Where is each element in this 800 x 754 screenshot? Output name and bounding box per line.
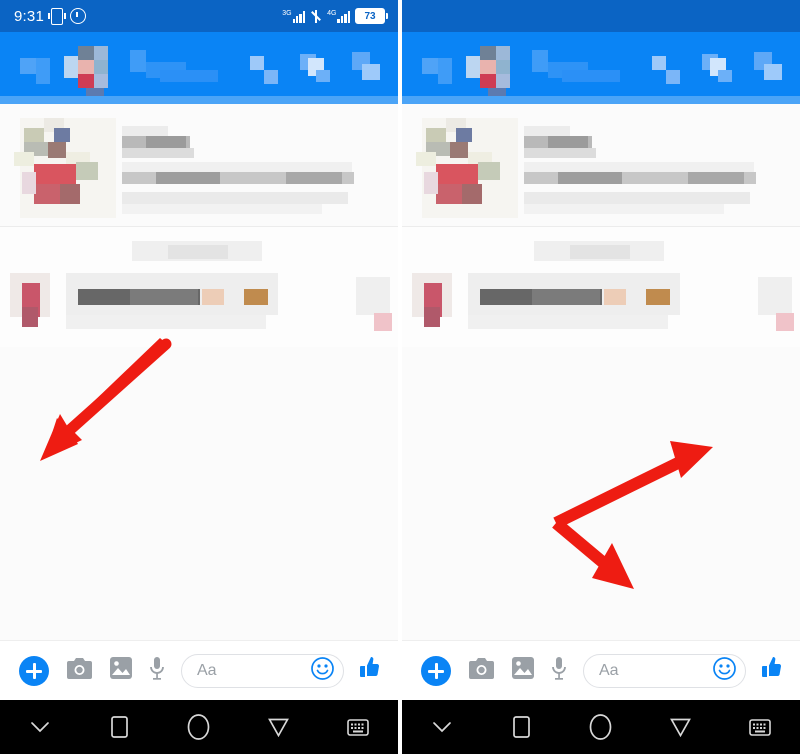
camera-icon[interactable] — [469, 657, 494, 684]
plus-icon[interactable] — [421, 655, 451, 686]
message-input-field[interactable]: Aa — [181, 653, 344, 688]
gallery-icon[interactable] — [110, 657, 132, 684]
chat-message-area — [402, 227, 800, 347]
message-input-field[interactable]: Aa — [583, 653, 746, 688]
home-circle-icon[interactable] — [159, 714, 239, 740]
messenger-app-bar-right[interactable] — [402, 32, 800, 104]
no-sim-icon — [310, 10, 322, 23]
microphone-icon[interactable] — [150, 656, 164, 685]
status-bar-left: 9:31 3G 4G 73 — [0, 0, 398, 32]
camera-icon[interactable] — [67, 657, 92, 684]
blurred-app-bar-content — [422, 46, 782, 100]
chevron-down-icon[interactable] — [0, 721, 80, 733]
app-bar-underline — [0, 96, 398, 104]
battery-level: 73 — [355, 8, 385, 24]
blurred-app-bar-content — [20, 46, 380, 100]
messenger-input-bar-right: Aa — [402, 640, 800, 700]
keyboard-icon[interactable] — [720, 718, 800, 736]
battery-icon: 73 — [355, 8, 388, 24]
messenger-app-bar-left[interactable] — [0, 32, 398, 104]
vibrate-icon — [48, 7, 66, 25]
status-bar-left-group: 9:31 — [14, 0, 86, 32]
thumbs-up-icon[interactable] — [758, 656, 782, 685]
chat-body-left — [0, 104, 398, 640]
message-input-placeholder: Aa — [197, 661, 217, 679]
message-input-placeholder: Aa — [599, 661, 619, 679]
blurred-message-content — [412, 241, 794, 331]
left-phone-screen: 9:31 3G 4G 73 Aa — [0, 0, 398, 754]
blurred-card-content — [416, 118, 756, 218]
back-triangle-icon[interactable] — [641, 718, 721, 737]
emoji-icon[interactable] — [311, 656, 334, 685]
status-bar-right-group: 3G 4G 73 — [282, 0, 388, 32]
right-phone-screen: Aa GIF G文 — [402, 0, 800, 754]
signal-4g-icon: 4G — [327, 10, 350, 23]
nav-bar-right — [402, 700, 800, 754]
status-bar-right — [402, 0, 800, 32]
thumbs-up-icon[interactable] — [356, 656, 380, 685]
recents-square-icon[interactable] — [482, 716, 562, 738]
gallery-icon[interactable] — [512, 657, 534, 684]
home-circle-icon[interactable] — [561, 714, 641, 740]
recents-square-icon[interactable] — [80, 716, 160, 738]
emoji-icon[interactable] — [713, 656, 736, 685]
alarm-icon — [70, 8, 86, 24]
screenshot-root: 9:31 3G 4G 73 Aa Aa — [0, 0, 800, 754]
back-triangle-icon[interactable] — [239, 718, 319, 737]
messenger-input-bar-left: Aa — [0, 640, 398, 700]
chat-body-right — [402, 104, 800, 640]
nav-bar-left — [0, 700, 398, 754]
microphone-icon[interactable] — [552, 656, 566, 685]
blurred-message-content — [10, 241, 392, 331]
blurred-card-content — [14, 118, 354, 218]
chat-message-area — [0, 227, 398, 347]
chat-shared-card[interactable] — [402, 104, 800, 227]
app-bar-underline — [402, 96, 800, 104]
signal-3g-icon: 3G — [282, 10, 306, 23]
status-bar-time: 9:31 — [14, 7, 44, 25]
chat-shared-card[interactable] — [0, 104, 398, 227]
chevron-down-icon[interactable] — [402, 721, 482, 733]
keyboard-icon[interactable] — [318, 718, 398, 736]
plus-icon[interactable] — [19, 655, 49, 686]
